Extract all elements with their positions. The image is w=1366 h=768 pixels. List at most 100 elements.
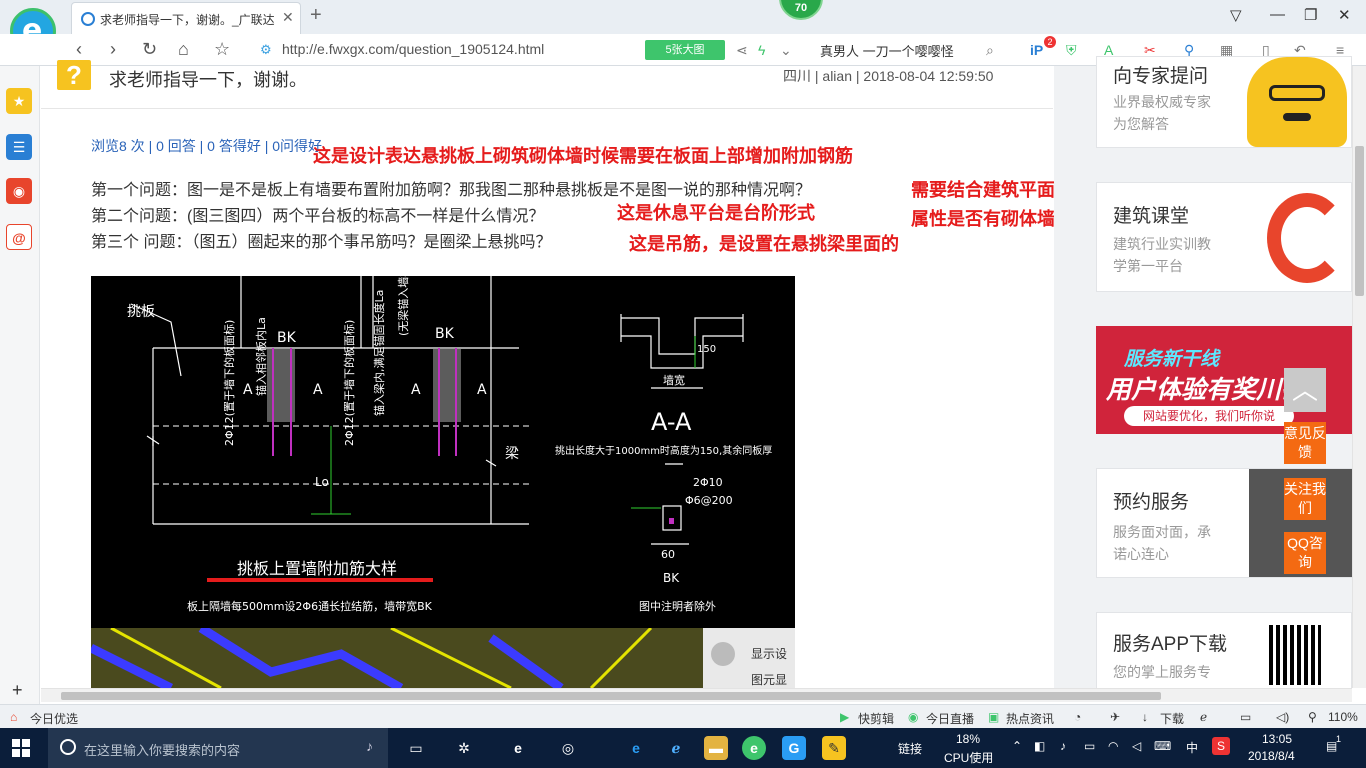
browser-icon[interactable]: ℯ [1200, 710, 1207, 724]
shield-icon[interactable]: ⛨ [1066, 42, 1077, 59]
edge-icon[interactable]: e [624, 736, 648, 760]
favorites-star-icon[interactable]: ★ [6, 88, 32, 114]
volume-tray-icon[interactable]: ◁ [1132, 739, 1141, 753]
browser-tab[interactable]: 求老师指导一下，谢谢。_广联达 ✕ [71, 2, 301, 34]
promo-line-1: 服务新干线 [1124, 349, 1220, 370]
cad-panel-label-2: 图元显 [751, 673, 787, 687]
tray-bell-icon[interactable]: ♪ [1060, 739, 1066, 753]
wifi-icon[interactable]: ◠ [1108, 739, 1118, 753]
ime-indicator[interactable]: 中 [1186, 739, 1198, 756]
restore-button[interactable]: ❐ [1304, 6, 1317, 24]
weibo-icon[interactable]: ◉ [6, 178, 32, 204]
question-stats[interactable]: 浏览8 次 | 0 回答 | 0 答得好 | 0问得好 [91, 136, 322, 156]
share-icon[interactable]: ⋖ [736, 42, 748, 59]
pin-icon[interactable]: ✈ [1110, 710, 1120, 724]
search-icon[interactable]: ⌕ [986, 42, 994, 59]
cad-note: 板上隔墙每500mm设2Φ6通长拉结筋，墙带宽BK [187, 599, 433, 613]
email-icon[interactable]: @ [6, 224, 32, 250]
sogou-ime-icon[interactable]: S [1212, 737, 1230, 755]
swirl-icon[interactable]: ◎ [556, 736, 580, 760]
notes-app-icon[interactable]: ✎ [822, 736, 846, 760]
vertical-scrollbar[interactable] [1352, 66, 1366, 688]
big-image-button[interactable]: 5张大图 [645, 40, 725, 60]
qq-consult-button[interactable]: QQ咨询 [1284, 532, 1326, 574]
volume-icon[interactable]: ◁) [1276, 710, 1289, 724]
tray-app-icon[interactable]: ◧ [1034, 739, 1045, 753]
refresh-icon[interactable]: ↻ [142, 39, 157, 60]
question-content: ? 求老师指导一下，谢谢。 四川 | alian | 2018-08-04 12… [41, 60, 1091, 688]
cad-3d-view-image[interactable]: 显示设 图元显 [91, 628, 795, 688]
favorite-star-icon[interactable]: ☆ [214, 39, 230, 60]
windows-taskbar: 在这里输入你要搜索的内容 ♪ ▭ ✲ e ◎ e ℯ ▬ e G ✎ 链接 18… [0, 728, 1366, 768]
tab-close-icon[interactable]: ✕ [282, 9, 294, 26]
taskbar-search-box[interactable]: 在这里输入你要搜索的内容 ♪ [48, 728, 388, 768]
lightning-icon[interactable]: ϟ [758, 42, 765, 58]
question-line-1: 第一个问题：图一是不是板上有墙要布置附加筋啊？那我图二那种悬挑板是不是图一说的那… [91, 182, 812, 199]
app-download-card[interactable]: 服务APP下载 您的掌上服务专 [1096, 612, 1352, 692]
vertical-scroll-thumb[interactable] [1355, 146, 1364, 296]
search-input[interactable]: 真男人 一刀一个嘤嘤怪 [820, 41, 954, 60]
booking-sub1: 服务面对面，承 [1113, 524, 1211, 540]
speed-icon[interactable]: ◔ [1074, 710, 1081, 724]
cad-toolbar-globe-icon[interactable] [711, 642, 735, 666]
cad-label-liang: 梁 [505, 446, 519, 462]
tray-chevron-icon[interactable]: ⌃ [1012, 739, 1022, 753]
home-icon[interactable]: ⌂ [178, 39, 189, 60]
follow-us-button[interactable]: 关注我们 [1284, 478, 1326, 520]
g-app-icon[interactable]: G [782, 736, 806, 760]
cad-label-lo: Lo [315, 475, 329, 489]
aa-dim-150: 150 [697, 344, 716, 355]
task-view-icon[interactable]: ▭ [404, 736, 428, 760]
list-icon[interactable]: ☰ [6, 134, 32, 160]
sidebar-add-icon[interactable]: + [12, 680, 23, 701]
window-icon[interactable]: ▭ [1240, 710, 1251, 724]
forward-icon[interactable]: › [110, 39, 116, 60]
today-pick-link[interactable]: 今日优选 [30, 710, 78, 727]
battery-icon[interactable]: ▭ [1084, 739, 1095, 753]
cad-vertical-text-4: 锚入梁内,满足锚固长度La [372, 290, 386, 416]
course-title: 建筑课堂 [1113, 206, 1190, 227]
new-tab-button[interactable]: + [310, 4, 322, 27]
keyboard-icon[interactable]: ⌨ [1154, 739, 1171, 753]
zoom-icon[interactable]: ⚲ [1308, 710, 1317, 724]
ip-icon[interactable]: iP [1030, 42, 1043, 58]
zoom-level[interactable]: 110% [1328, 710, 1358, 724]
windows-start-icon[interactable] [12, 739, 30, 757]
performance-badge[interactable]: 70 [779, 0, 823, 20]
address-bar-url[interactable]: http://e.fwxgx.com/question_1905124.html [282, 41, 544, 57]
clock-date[interactable]: 2018/8/4 [1248, 749, 1295, 763]
download-link[interactable]: 下载 [1160, 710, 1184, 727]
clock-time[interactable]: 13:05 [1262, 732, 1292, 746]
horizontal-scroll-thumb[interactable] [61, 692, 1161, 700]
news-link[interactable]: 热点资讯 [1006, 710, 1054, 727]
browser-360-icon[interactable]: e [742, 736, 766, 760]
close-window-button[interactable]: ✕ [1338, 6, 1351, 24]
file-explorer-icon[interactable]: ▬ [704, 736, 728, 760]
browser-e-icon[interactable]: e [506, 736, 530, 760]
course-sub2: 学第一平台 [1113, 258, 1183, 274]
kuaijian-link[interactable]: 快剪辑 [858, 710, 894, 727]
chevron-down-icon[interactable]: ⌄ [780, 42, 792, 59]
live-link[interactable]: 今日直播 [926, 710, 974, 727]
left-sidebar: ★ ☰ ◉ @ [0, 66, 40, 706]
aa-note: 挑出长度大于1000mm时高度为150,其余同板厚 [555, 444, 772, 457]
tray-link[interactable]: 链接 [898, 740, 922, 757]
ask-expert-card[interactable]: 向专家提问 业界最权威专家 为您解答 [1096, 56, 1352, 148]
minimize-button[interactable]: — [1270, 6, 1285, 23]
back-icon[interactable]: ‹ [76, 39, 82, 60]
ie-icon[interactable]: ℯ [664, 736, 688, 760]
feedback-button[interactable]: 意见反馈 [1284, 422, 1326, 464]
horizontal-scrollbar[interactable] [41, 688, 1352, 702]
cad-label-a-2: A [313, 382, 323, 398]
kuaijian-icon: ▶ [840, 710, 850, 724]
cad-drawing-image[interactable]: 挑板 BK BK A A A A 梁 Lo 挑板上置墙附加筋大样 板上隔墙每50… [91, 276, 795, 628]
promo-line-3: 网站要优化，我们听你说 [1124, 406, 1294, 426]
cad-label-tiaoban: 挑板 [127, 304, 155, 320]
back-to-top-button[interactable]: ︿ [1284, 368, 1326, 412]
cad-3d-svg: 显示设 图元显 [91, 628, 795, 688]
pinwheel-icon[interactable]: ✲ [452, 736, 476, 760]
microphone-icon[interactable]: ♪ [366, 738, 373, 754]
aa-title: A-A [651, 408, 692, 436]
building-course-card[interactable]: 建筑课堂 建筑行业实训教 学第一平台 [1096, 182, 1352, 292]
skin-icon[interactable]: ▽ [1230, 6, 1242, 24]
